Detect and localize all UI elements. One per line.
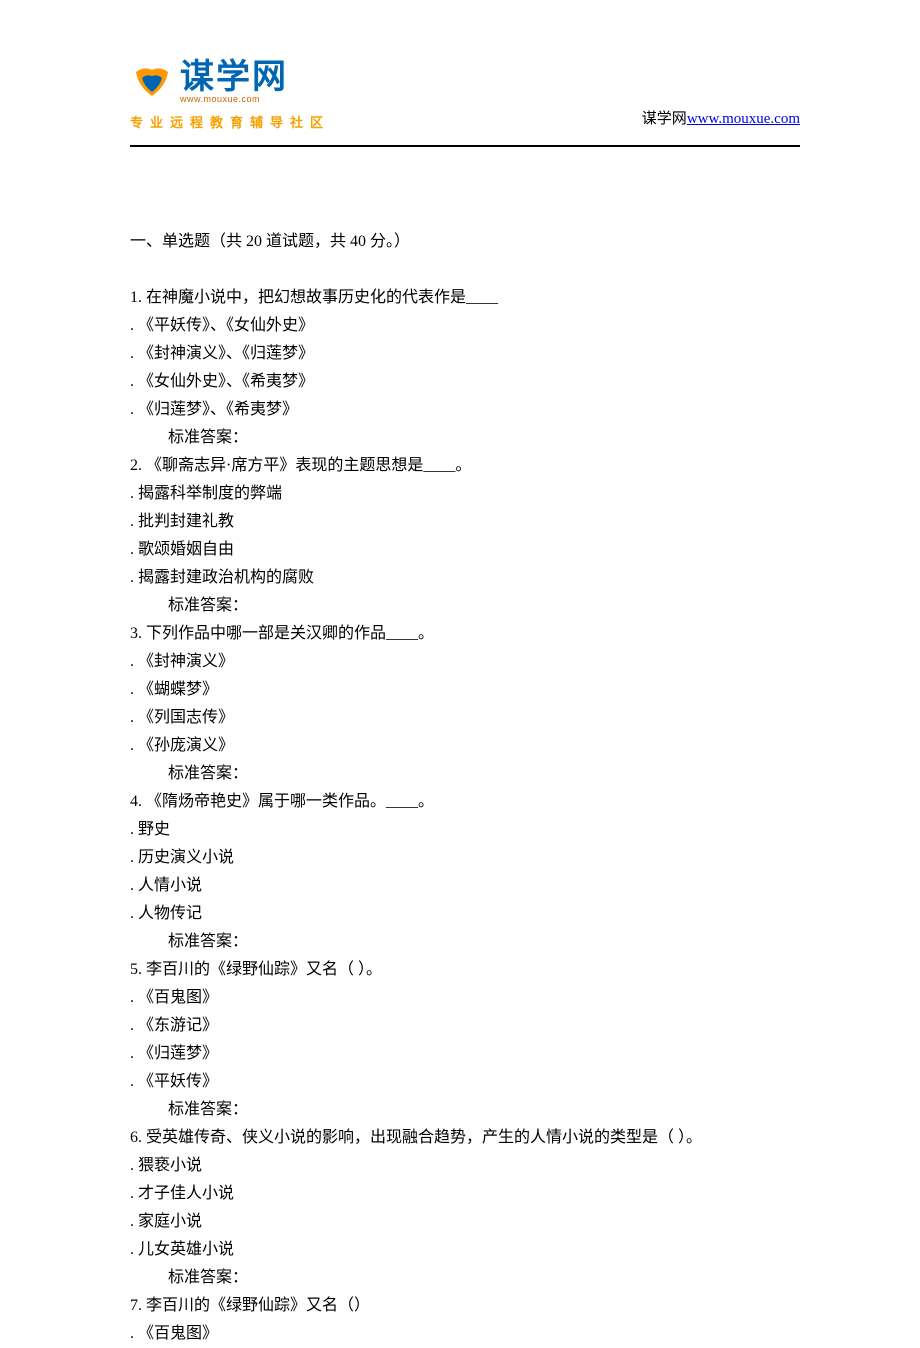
question-text: 受英雄传奇、侠义小说的影响，出现融合趋势，产生的人情小说的类型是（ ）。 [142,1129,702,1146]
logo-main: 谋学网 www.mouxue.com [130,60,330,108]
option-line: . 《孙庞演义》 [130,732,800,760]
question-text: 《隋炀帝艳史》属于哪一类作品。____。 [142,793,434,810]
answer-line: 标准答案： [130,424,800,452]
option-line: . 《平妖传》 [130,1068,800,1096]
option-line: . 《平妖传》、《女仙外史》 [130,312,800,340]
question-text: 下列作品中哪一部是关汉卿的作品____。 [142,625,434,642]
answer-line: 标准答案： [130,592,800,620]
question-number: 4. [130,793,142,810]
question-line: 5. 李百川的《绿野仙踪》又名（ ）。 [130,956,800,984]
option-line: . 《百鬼图》 [130,984,800,1012]
question-line: 6. 受英雄传奇、侠义小说的影响，出现融合趋势，产生的人情小说的类型是（ ）。 [130,1124,800,1152]
answer-line: 标准答案： [130,760,800,788]
question-line: 4. 《隋炀帝艳史》属于哪一类作品。____。 [130,788,800,816]
option-line: . 揭露封建政治机构的腐败 [130,564,800,592]
answer-line: 标准答案： [130,1096,800,1124]
question-line: 2. 《聊斋志异·席方平》表现的主题思想是____。 [130,452,800,480]
option-line: . 家庭小说 [130,1208,800,1236]
option-line: . 《东游记》 [130,1012,800,1040]
logo-cn-text: 谋学网 [180,60,288,94]
option-line: . 野史 [130,816,800,844]
questions-container: 1. 在神魔小说中，把幻想故事历史化的代表作是____. 《平妖传》、《女仙外史… [130,284,800,1348]
header-right-label: 谋学网 [642,111,687,127]
question-number: 6. [130,1129,142,1146]
logo-icon [130,64,174,104]
option-line: . 揭露科举制度的弊端 [130,480,800,508]
option-line: . 《百鬼图》 [130,1320,800,1348]
answer-line: 标准答案： [130,1264,800,1292]
option-line: . 猥亵小说 [130,1152,800,1180]
question-number: 1. [130,289,142,306]
option-line: . 批判封建礼教 [130,508,800,536]
option-line: . 儿女英雄小说 [130,1236,800,1264]
answer-line: 标准答案： [130,928,800,956]
content-area: 一、单选题（共 20 道试题，共 40 分。） 1. 在神魔小说中，把幻想故事历… [130,228,800,1348]
page-header: 谋学网 www.mouxue.com 专业远程教育辅导社区 谋学网www.mou… [130,60,800,135]
question-number: 5. [130,961,142,978]
question-line: 3. 下列作品中哪一部是关汉卿的作品____。 [130,620,800,648]
option-line: . 《列国志传》 [130,704,800,732]
option-line: . 《封神演义》、《归莲梦》 [130,340,800,368]
option-line: . 《归莲梦》、《希夷梦》 [130,396,800,424]
option-line: . 人物传记 [130,900,800,928]
option-line: . 《蝴蝶梦》 [130,676,800,704]
header-divider [130,145,800,147]
header-right-link[interactable]: www.mouxue.com [687,111,800,127]
option-line: . 历史演义小说 [130,844,800,872]
logo-block: 谋学网 www.mouxue.com 专业远程教育辅导社区 [130,60,330,135]
question-line: 1. 在神魔小说中，把幻想故事历史化的代表作是____ [130,284,800,312]
question-number: 2. [130,457,142,474]
logo-text-block: 谋学网 www.mouxue.com [180,60,288,108]
option-line: . 《封神演义》 [130,648,800,676]
question-number: 3. [130,625,142,642]
logo-subtitle: 专业远程教育辅导社区 [130,112,330,135]
question-text: 李百川的《绿野仙踪》又名（ ）。 [142,961,382,978]
header-right: 谋学网www.mouxue.com [642,106,800,134]
option-line: . 《归莲梦》 [130,1040,800,1068]
question-number: 7. [130,1297,142,1314]
option-line: . 《女仙外史》、《希夷梦》 [130,368,800,396]
question-text: 李百川的《绿野仙踪》又名（） [142,1297,370,1314]
option-line: . 人情小说 [130,872,800,900]
question-text: 《聊斋志异·席方平》表现的主题思想是____。 [142,457,471,474]
option-line: . 歌颂婚姻自由 [130,536,800,564]
section-title: 一、单选题（共 20 道试题，共 40 分。） [130,228,800,256]
question-line: 7. 李百川的《绿野仙踪》又名（） [130,1292,800,1320]
question-text: 在神魔小说中，把幻想故事历史化的代表作是____ [142,289,498,306]
option-line: . 才子佳人小说 [130,1180,800,1208]
